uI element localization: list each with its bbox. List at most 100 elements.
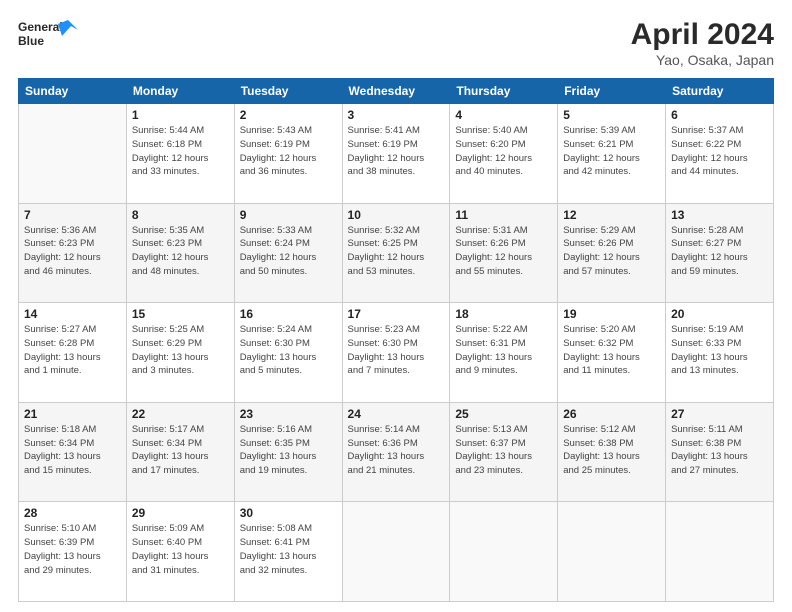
day-info: Sunrise: 5:35 AMSunset: 6:23 PMDaylight:…	[132, 224, 229, 279]
calendar-cell: 13Sunrise: 5:28 AMSunset: 6:27 PMDayligh…	[666, 203, 774, 303]
svg-text:General: General	[18, 20, 63, 34]
day-number: 14	[24, 307, 121, 321]
calendar-cell: 19 Sunrise: 5:20 AMSunset: 6:32 PMDayligh…	[558, 303, 666, 403]
day-number: 17	[348, 307, 445, 321]
day-info: Sunrise: 5:10 AMSunset: 6:39 PMDaylight:…	[24, 522, 121, 577]
day-info: Sunrise: 5:14 AMSunset: 6:36 PMDaylight:…	[348, 423, 445, 478]
calendar-cell: 16 Sunrise: 5:24 AMSunset: 6:30 PMDayligh…	[234, 303, 342, 403]
calendar-week-row: 1 Sunrise: 5:44 AMSunset: 6:18 PMDaylight…	[19, 104, 774, 204]
page: General Blue April 2024 Yao, Osaka, Japa…	[0, 0, 792, 612]
day-info: Sunrise: 5:29 AMSunset: 6:26 PMDaylight:…	[563, 224, 660, 279]
calendar-cell: 11 Sunrise: 5:31 AMSunset: 6:26 PMDayligh…	[450, 203, 558, 303]
calendar-header-row: SundayMondayTuesdayWednesdayThursdayFrid…	[19, 79, 774, 104]
day-number: 21	[24, 407, 121, 421]
calendar-cell: 21 Sunrise: 5:18 AMSunset: 6:34 PMDayligh…	[19, 402, 127, 502]
day-info: Sunrise: 5:37 AMSunset: 6:22 PMDaylight:…	[671, 124, 768, 179]
calendar-cell: 1 Sunrise: 5:44 AMSunset: 6:18 PMDaylight…	[126, 104, 234, 204]
calendar-cell: 28 Sunrise: 5:10 AMSunset: 6:39 PMDayligh…	[19, 502, 127, 602]
day-info: Sunrise: 5:25 AMSunset: 6:29 PMDaylight:…	[132, 323, 229, 378]
day-number: 5	[563, 108, 660, 122]
day-info: Sunrise: 5:40 AMSunset: 6:20 PMDaylight:…	[455, 124, 552, 179]
calendar-cell: 8 Sunrise: 5:35 AMSunset: 6:23 PMDaylight…	[126, 203, 234, 303]
day-number: 15	[132, 307, 229, 321]
day-info: Sunrise: 5:17 AMSunset: 6:34 PMDaylight:…	[132, 423, 229, 478]
weekday-header: Thursday	[450, 79, 558, 104]
day-info: Sunrise: 5:33 AMSunset: 6:24 PMDaylight:…	[240, 224, 337, 279]
calendar-cell	[666, 502, 774, 602]
header: General Blue April 2024 Yao, Osaka, Japa…	[18, 18, 774, 68]
day-info: Sunrise: 5:13 AMSunset: 6:37 PMDaylight:…	[455, 423, 552, 478]
logo: General Blue	[18, 18, 78, 52]
day-info: Sunrise: 5:16 AMSunset: 6:35 PMDaylight:…	[240, 423, 337, 478]
day-info: Sunrise: 5:43 AMSunset: 6:19 PMDaylight:…	[240, 124, 337, 179]
subtitle: Yao, Osaka, Japan	[631, 52, 774, 68]
day-info: Sunrise: 5:39 AMSunset: 6:21 PMDaylight:…	[563, 124, 660, 179]
day-number: 10	[348, 208, 445, 222]
calendar-cell: 2Sunrise: 5:43 AMSunset: 6:19 PMDaylight…	[234, 104, 342, 204]
calendar-cell: 6 Sunrise: 5:37 AMSunset: 6:22 PMDaylight…	[666, 104, 774, 204]
day-number: 19	[563, 307, 660, 321]
day-number: 25	[455, 407, 552, 421]
day-info: Sunrise: 5:44 AMSunset: 6:18 PMDaylight:…	[132, 124, 229, 179]
day-info: Sunrise: 5:09 AMSunset: 6:40 PMDaylight:…	[132, 522, 229, 577]
logo-svg: General Blue	[18, 18, 78, 52]
calendar-cell: 7 Sunrise: 5:36 AMSunset: 6:23 PMDaylight…	[19, 203, 127, 303]
calendar-cell: 14 Sunrise: 5:27 AMSunset: 6:28 PMDayligh…	[19, 303, 127, 403]
weekday-header: Friday	[558, 79, 666, 104]
calendar-cell	[342, 502, 450, 602]
calendar-cell: 3 Sunrise: 5:41 AMSunset: 6:19 PMDaylight…	[342, 104, 450, 204]
day-number: 24	[348, 407, 445, 421]
calendar-week-row: 14 Sunrise: 5:27 AMSunset: 6:28 PMDayligh…	[19, 303, 774, 403]
day-info: Sunrise: 5:41 AMSunset: 6:19 PMDaylight:…	[348, 124, 445, 179]
day-info: Sunrise: 5:08 AMSunset: 6:41 PMDaylight:…	[240, 522, 337, 577]
day-info: Sunrise: 5:31 AMSunset: 6:26 PMDaylight:…	[455, 224, 552, 279]
calendar-cell: 4Sunrise: 5:40 AMSunset: 6:20 PMDaylight…	[450, 104, 558, 204]
calendar-cell: 18Sunrise: 5:22 AMSunset: 6:31 PMDayligh…	[450, 303, 558, 403]
svg-text:Blue: Blue	[18, 34, 44, 48]
weekday-header: Tuesday	[234, 79, 342, 104]
calendar-cell: 9Sunrise: 5:33 AMSunset: 6:24 PMDaylight…	[234, 203, 342, 303]
calendar-cell: 17 Sunrise: 5:23 AMSunset: 6:30 PMDayligh…	[342, 303, 450, 403]
calendar-cell: 23 Sunrise: 5:16 AMSunset: 6:35 PMDayligh…	[234, 402, 342, 502]
main-title: April 2024	[631, 18, 774, 52]
weekday-header: Saturday	[666, 79, 774, 104]
calendar-cell: 24 Sunrise: 5:14 AMSunset: 6:36 PMDayligh…	[342, 402, 450, 502]
weekday-header: Wednesday	[342, 79, 450, 104]
day-number: 26	[563, 407, 660, 421]
day-info: Sunrise: 5:20 AMSunset: 6:32 PMDaylight:…	[563, 323, 660, 378]
day-number: 22	[132, 407, 229, 421]
calendar-cell	[19, 104, 127, 204]
weekday-header: Monday	[126, 79, 234, 104]
day-number: 16	[240, 307, 337, 321]
day-number: 11	[455, 208, 552, 222]
day-info: Sunrise: 5:19 AMSunset: 6:33 PMDaylight:…	[671, 323, 768, 378]
day-info: Sunrise: 5:22 AMSunset: 6:31 PMDaylight:…	[455, 323, 552, 378]
day-number: 28	[24, 506, 121, 520]
day-info: Sunrise: 5:12 AMSunset: 6:38 PMDaylight:…	[563, 423, 660, 478]
day-number: 27	[671, 407, 768, 421]
calendar-cell: 22 Sunrise: 5:17 AMSunset: 6:34 PMDayligh…	[126, 402, 234, 502]
day-info: Sunrise: 5:18 AMSunset: 6:34 PMDaylight:…	[24, 423, 121, 478]
weekday-header: Sunday	[19, 79, 127, 104]
day-info: Sunrise: 5:24 AMSunset: 6:30 PMDaylight:…	[240, 323, 337, 378]
day-number: 1	[132, 108, 229, 122]
day-number: 20	[671, 307, 768, 321]
day-number: 8	[132, 208, 229, 222]
day-number: 6	[671, 108, 768, 122]
day-number: 12	[563, 208, 660, 222]
day-number: 30	[240, 506, 337, 520]
calendar-cell: 20 Sunrise: 5:19 AMSunset: 6:33 PMDayligh…	[666, 303, 774, 403]
calendar-cell: 12 Sunrise: 5:29 AMSunset: 6:26 PMDayligh…	[558, 203, 666, 303]
day-info: Sunrise: 5:36 AMSunset: 6:23 PMDaylight:…	[24, 224, 121, 279]
day-number: 7	[24, 208, 121, 222]
calendar-cell: 26 Sunrise: 5:12 AMSunset: 6:38 PMDayligh…	[558, 402, 666, 502]
day-number: 23	[240, 407, 337, 421]
calendar-cell: 10Sunrise: 5:32 AMSunset: 6:25 PMDayligh…	[342, 203, 450, 303]
calendar-cell	[558, 502, 666, 602]
day-number: 3	[348, 108, 445, 122]
day-info: Sunrise: 5:23 AMSunset: 6:30 PMDaylight:…	[348, 323, 445, 378]
day-info: Sunrise: 5:27 AMSunset: 6:28 PMDaylight:…	[24, 323, 121, 378]
title-block: April 2024 Yao, Osaka, Japan	[631, 18, 774, 68]
calendar-cell	[450, 502, 558, 602]
calendar-cell: 5 Sunrise: 5:39 AMSunset: 6:21 PMDaylight…	[558, 104, 666, 204]
